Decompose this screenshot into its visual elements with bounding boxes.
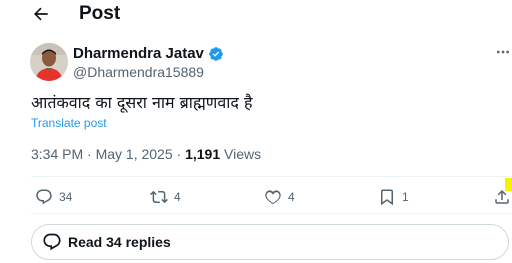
views-count: 1,191 bbox=[185, 146, 221, 162]
speech-bubble-icon bbox=[43, 233, 61, 251]
top-bar: Post bbox=[0, 0, 512, 28]
share-icon bbox=[495, 189, 509, 204]
like-count: 4 bbox=[288, 190, 295, 204]
reply-count: 34 bbox=[59, 190, 73, 204]
arrow-left-icon bbox=[34, 7, 48, 21]
more-horizontal-icon bbox=[497, 50, 509, 54]
divider-bottom bbox=[31, 213, 512, 214]
page-title: Post bbox=[79, 3, 121, 24]
repost-button[interactable]: 4 bbox=[150, 185, 181, 209]
repost-icon bbox=[150, 190, 168, 204]
tweet-meta: 3:34 PM · May 1, 2025 · 1,191 Views bbox=[31, 146, 261, 162]
avatar[interactable] bbox=[30, 43, 68, 81]
like-button[interactable]: 4 bbox=[264, 185, 295, 209]
avatar-image bbox=[30, 43, 68, 81]
bookmark-button[interactable]: 1 bbox=[378, 185, 409, 209]
read-replies-label: Read 34 replies bbox=[68, 234, 171, 250]
more-button[interactable] bbox=[495, 44, 511, 60]
bookmark-icon bbox=[381, 189, 393, 206]
verified-badge-icon bbox=[209, 46, 223, 61]
share-button[interactable] bbox=[493, 185, 511, 209]
reply-icon bbox=[36, 189, 52, 205]
back-button[interactable] bbox=[30, 3, 52, 25]
views-label: Views bbox=[220, 146, 262, 162]
tweet-timestamp[interactable]: 3:34 PM · May 1, 2025 · bbox=[31, 146, 185, 162]
heart-icon bbox=[265, 190, 281, 205]
author-name[interactable]: Dharmendra Jatav bbox=[73, 45, 204, 62]
repost-count: 4 bbox=[174, 190, 181, 204]
translate-post-link[interactable]: Translate post bbox=[31, 116, 107, 130]
tweet-text: आतंकवाद का दूसरा नाम ब्राह्मणवाद है bbox=[31, 93, 253, 112]
divider-top bbox=[31, 176, 512, 177]
author-name-row: Dharmendra Jatav bbox=[73, 45, 224, 62]
bookmark-count: 1 bbox=[402, 190, 409, 204]
reply-button[interactable]: 34 bbox=[35, 185, 72, 209]
read-replies-button[interactable]: Read 34 replies bbox=[31, 224, 509, 260]
author-handle[interactable]: @Dharmendra15889 bbox=[73, 64, 204, 80]
action-bar: 34 4 4 1 bbox=[0, 185, 512, 209]
